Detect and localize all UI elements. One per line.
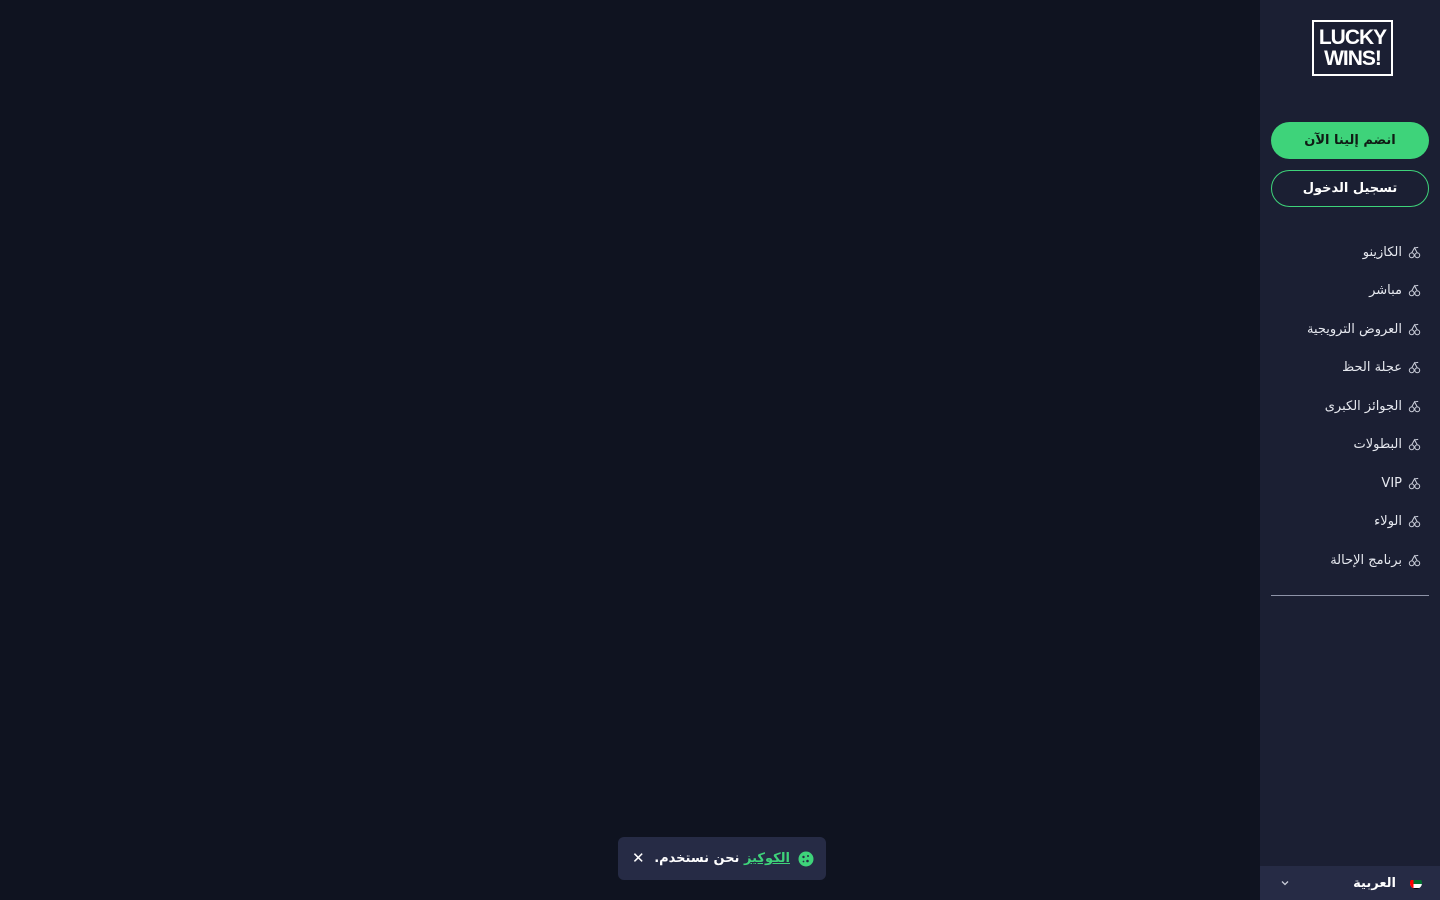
sidebar-item-label: VIP bbox=[1381, 475, 1402, 491]
cherries-icon bbox=[1408, 477, 1421, 489]
sidebar-item-tournaments[interactable]: البطولات bbox=[1271, 426, 1429, 465]
sidebar-item-jackpots[interactable]: الجوائز الكبرى bbox=[1271, 387, 1429, 426]
cherries-icon bbox=[1408, 516, 1421, 528]
cookies-link[interactable]: الكوكيز bbox=[744, 851, 790, 866]
language-selector[interactable]: العربية bbox=[1260, 866, 1440, 900]
sidebar-item-casino[interactable]: الكازينو bbox=[1271, 233, 1429, 272]
sidebar-item-live[interactable]: مباشر bbox=[1271, 272, 1429, 311]
logo-line-1: LUCKY bbox=[1318, 26, 1387, 49]
sidebar-item-label: عجلة الحظ bbox=[1342, 360, 1402, 376]
cherries-icon bbox=[1408, 362, 1421, 374]
sidebar-divider bbox=[1271, 595, 1429, 596]
sidebar-nav: الكازينو مباشر العروض الترويجية عجلة الح… bbox=[1271, 233, 1429, 580]
sidebar-item-referral[interactable]: برنامج الإحالة bbox=[1271, 541, 1429, 580]
cookie-message: . الكوكيز نحن نستخدم bbox=[654, 851, 790, 866]
sidebar-item-label: برنامج الإحالة bbox=[1330, 552, 1402, 568]
sidebar-item-loyalty[interactable]: الولاء bbox=[1271, 503, 1429, 542]
cherries-icon bbox=[1408, 400, 1421, 412]
sidebar-item-label: الجوائز الكبرى bbox=[1324, 398, 1402, 414]
close-icon[interactable]: ✕ bbox=[632, 851, 645, 866]
cookie-banner: ✕ . الكوكيز نحن نستخدم bbox=[618, 837, 826, 880]
language-label: العربية bbox=[1353, 875, 1396, 891]
chevron-down-icon bbox=[1281, 881, 1289, 886]
sidebar-item-label: العروض الترويجية bbox=[1307, 321, 1402, 337]
lucky-wins-logo[interactable]: LUCKY WINS! bbox=[1312, 20, 1393, 76]
sidebar-item-vip[interactable]: VIP bbox=[1271, 464, 1429, 503]
cherries-icon bbox=[1408, 285, 1421, 297]
cookie-text: نحن نستخدم bbox=[659, 851, 740, 866]
main-content-area bbox=[0, 0, 1260, 900]
uae-flag-icon bbox=[1410, 877, 1422, 889]
sidebar-item-label: الكازينو bbox=[1362, 244, 1402, 260]
sidebar: LUCKY WINS! انضم إلينا الآن تسجيل الدخول… bbox=[1260, 0, 1440, 900]
sidebar-item-label: البطولات bbox=[1353, 437, 1402, 453]
cherries-icon bbox=[1408, 323, 1421, 335]
sidebar-item-label: الولاء bbox=[1374, 514, 1402, 530]
cherries-icon bbox=[1408, 246, 1421, 258]
sidebar-item-wheel-of-fortune[interactable]: عجلة الحظ bbox=[1271, 349, 1429, 388]
logo-line-2: WINS! bbox=[1324, 47, 1382, 70]
login-button[interactable]: تسجيل الدخول bbox=[1271, 170, 1429, 207]
cherries-icon bbox=[1408, 554, 1421, 566]
sidebar-item-promotions[interactable]: العروض الترويجية bbox=[1271, 310, 1429, 349]
sidebar-item-label: مباشر bbox=[1369, 283, 1402, 299]
cherries-icon bbox=[1408, 439, 1421, 451]
join-now-button[interactable]: انضم إلينا الآن bbox=[1271, 122, 1429, 159]
cookie-icon bbox=[798, 851, 814, 866]
